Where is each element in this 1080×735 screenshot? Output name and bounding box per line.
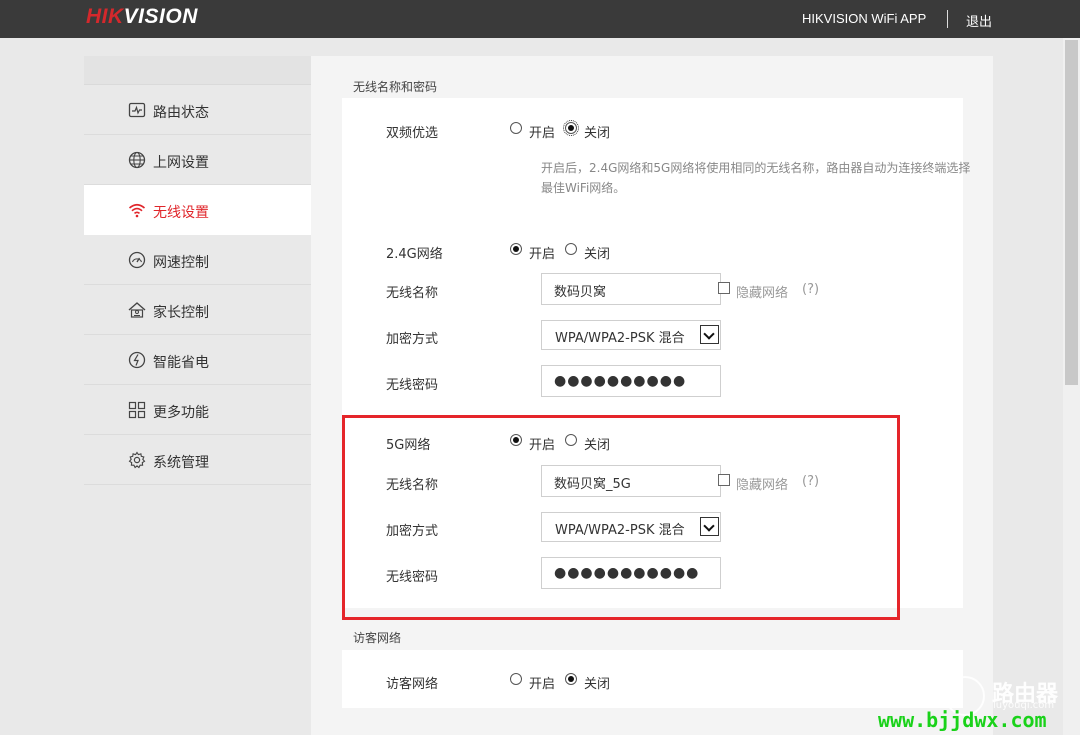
dual-band-on-label[interactable]: 开启: [529, 122, 555, 141]
chevron-down-icon[interactable]: [700, 325, 719, 344]
logo-text-white: VISION: [123, 5, 198, 28]
speedometer-icon: [128, 251, 146, 269]
guest-network-label: 访客网络: [386, 677, 439, 692]
guest-on-label[interactable]: 开启: [529, 673, 555, 692]
band24-enc-select[interactable]: WPA/WPA2-PSK 混合: [541, 320, 721, 350]
grid-icon: [128, 401, 146, 419]
sidebar-item-label: 网速控制: [153, 255, 209, 271]
band24-password-input[interactable]: ●●●●●●●●●●: [541, 365, 721, 397]
band24-hide-checkbox[interactable]: [718, 282, 730, 294]
logo-text-red: HIK: [86, 5, 124, 28]
gear-icon: [128, 451, 146, 469]
sidebar-item-power-saving[interactable]: 智能省电: [84, 335, 311, 385]
sidebar-item-label: 无线设置: [153, 205, 209, 221]
scrollbar-thumb[interactable]: [1065, 40, 1078, 385]
sidebar-item-more-features[interactable]: 更多功能: [84, 385, 311, 435]
header-divider: [947, 10, 948, 28]
guest-off-label[interactable]: 关闭: [584, 673, 610, 692]
band24-label: 2.4G网络: [386, 247, 443, 262]
top-bar: HIKVISION HIKVISION WiFi APP 退出: [0, 0, 1080, 38]
guest-off-radio[interactable]: [565, 673, 577, 685]
power-icon: [128, 351, 146, 369]
sidebar-item-label: 家长控制: [153, 305, 209, 321]
logout-link[interactable]: 退出: [966, 11, 992, 30]
house-icon: [128, 302, 146, 318]
band24-enc-label: 加密方式: [386, 332, 439, 347]
sidebar-item-label: 上网设置: [153, 155, 209, 171]
band24-ssid-input[interactable]: 数码贝窝: [541, 273, 721, 305]
band24-on-label[interactable]: 开启: [529, 243, 555, 262]
band24-off-label[interactable]: 关闭: [584, 243, 610, 262]
dual-band-off-label[interactable]: 关闭: [584, 122, 610, 141]
band24-ssid-label: 无线名称: [386, 286, 439, 301]
section-title-wireless: 无线名称和密码: [353, 80, 438, 94]
sidebar-item-wireless-settings[interactable]: 无线设置: [84, 185, 311, 235]
sidebar-item-parental-control[interactable]: 家长控制: [84, 285, 311, 335]
monitor-icon: [128, 102, 146, 118]
sidebar-item-system-management[interactable]: 系统管理: [84, 435, 311, 485]
scrollbar[interactable]: [1063, 38, 1080, 735]
wifi-app-link[interactable]: HIKVISION WiFi APP: [802, 11, 926, 26]
main-content: 无线名称和密码 双频优选 开启 关闭 开启后，2.4G网络和5G网络将使用相同的…: [311, 56, 993, 735]
band24-help-link[interactable]: (?): [802, 282, 819, 297]
annotation-highlight-box: [342, 415, 900, 620]
sidebar-item-speed-control[interactable]: 网速控制: [84, 235, 311, 285]
globe-icon: [128, 151, 146, 169]
sidebar-item-internet-settings[interactable]: 上网设置: [84, 135, 311, 185]
band24-off-radio[interactable]: [565, 243, 577, 255]
section-title-guest: 访客网络: [353, 631, 402, 645]
band24-pwd-label: 无线密码: [386, 378, 439, 393]
dual-band-off-radio[interactable]: [563, 120, 579, 136]
sidebar-item-label: 更多功能: [153, 405, 209, 421]
band24-on-radio[interactable]: [510, 243, 522, 255]
sidebar-header: [84, 56, 311, 85]
hikvision-logo[interactable]: HIKVISION: [86, 5, 198, 29]
band24-hide-label[interactable]: 隐藏网络: [736, 282, 788, 301]
guest-on-radio[interactable]: [510, 673, 522, 685]
dual-band-hint: 开启后，2.4G网络和5G网络将使用相同的无线名称，路由器自动为连接终端选择最佳…: [541, 161, 971, 195]
dual-band-on-radio[interactable]: [510, 122, 522, 134]
band24-enc-value: WPA/WPA2-PSK 混合: [555, 331, 685, 346]
guest-network-card: 访客网络 开启 关闭: [342, 650, 963, 708]
watermark-url: www.bjjdwx.com: [878, 708, 1047, 732]
dual-band-label: 双频优选: [386, 126, 439, 141]
wifi-icon: [128, 203, 146, 218]
sidebar-item-label: 智能省电: [153, 355, 209, 371]
sidebar-item-label: 路由状态: [153, 105, 209, 121]
sidebar-item-label: 系统管理: [153, 455, 209, 471]
sidebar: 路由状态 上网设置 无线设置 网速控制 家长控制 智能省电 更多功能 系统管理: [84, 56, 311, 735]
sidebar-item-router-status[interactable]: 路由状态: [84, 85, 311, 135]
